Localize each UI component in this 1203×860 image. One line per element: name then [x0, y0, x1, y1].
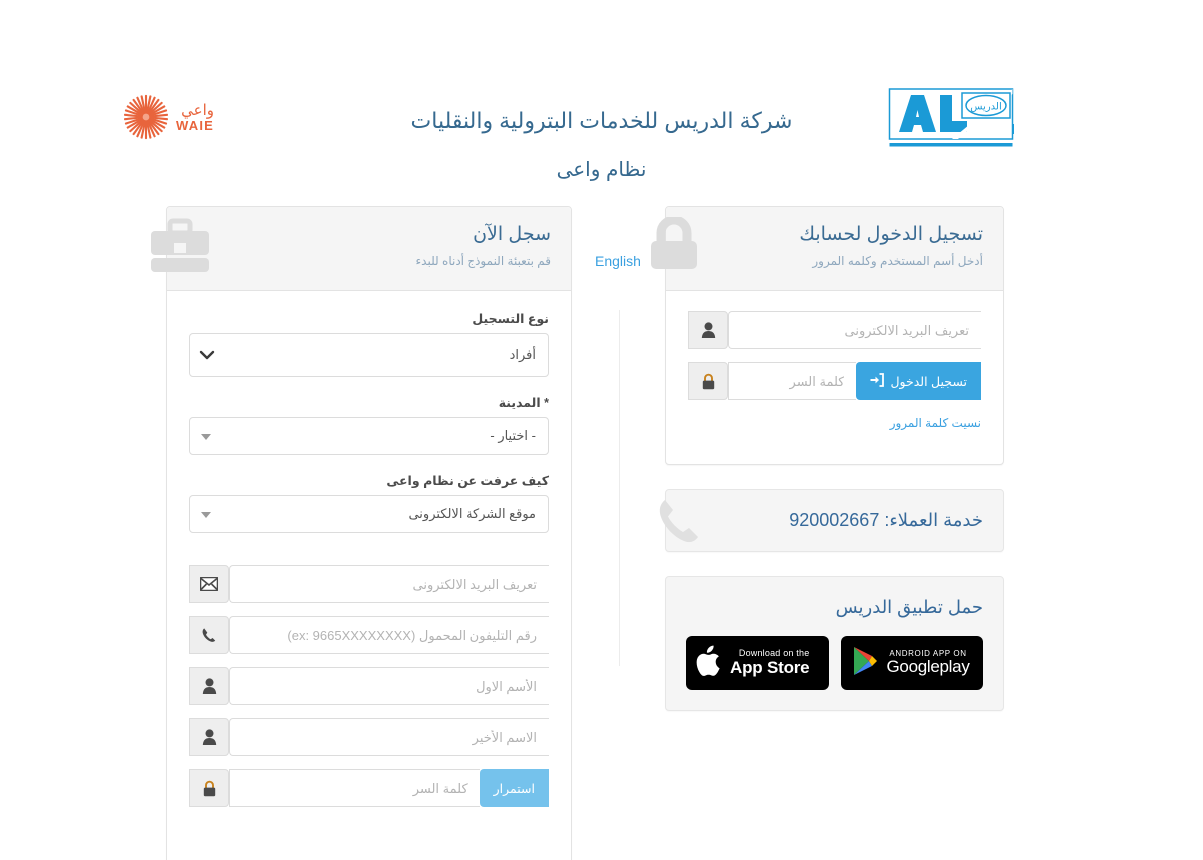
language-switch-link[interactable]: English [595, 253, 641, 269]
user-icon [189, 718, 229, 756]
googleplay-google-word: Google [886, 657, 940, 677]
forgot-password-link[interactable]: نسيت كلمة المرور [890, 416, 981, 430]
googleplay-play-word: play [939, 657, 970, 677]
app-download-card: حمل تطبيق الدريس Download on the App Sto… [665, 576, 1004, 711]
registration-subheading: قم بتعبئة النموذج أدناه للبدء [415, 253, 551, 268]
city-select-wrap: - اختيار - [189, 417, 549, 455]
appstore-text: Download on the App Store [730, 648, 810, 677]
register-continue-button[interactable]: استمرار [479, 769, 549, 807]
login-heading: تسجيل الدخول لحسابك [799, 224, 983, 245]
register-lastname-input[interactable] [229, 718, 549, 756]
apple-icon [696, 645, 722, 682]
register-firstname-group [189, 667, 549, 705]
source-select[interactable]: موقع الشركة الالكترونى [189, 495, 549, 533]
login-panel: تسجيل الدخول لحسابك أدخل أسم المستخدم وك… [651, 206, 1004, 465]
login-email-input[interactable] [728, 311, 981, 349]
reg-type-select-wrap: أفراد [189, 333, 549, 377]
phone-icon [189, 616, 229, 654]
customer-service-inner: خدمة العملاء: 920002667 [666, 490, 1003, 551]
login-submit-button[interactable]: تسجيل الدخول [856, 362, 981, 400]
source-label: كيف عرفت عن نظام واعى [386, 474, 549, 488]
appstore-big-label: App Store [730, 657, 810, 677]
sign-in-icon [870, 372, 885, 390]
customer-service-text: خدمة العملاء: 920002667 [789, 510, 983, 530]
envelope-icon [189, 565, 229, 603]
login-bottom-spacer [688, 432, 981, 440]
googleplay-big-label: Googleplay [887, 658, 970, 676]
register-password-group: استمرار [189, 769, 549, 807]
login-column: تسجيل الدخول لحسابك أدخل أسم المستخدم وك… [651, 206, 1004, 711]
city-field: * المدينة - اختيار - [189, 395, 549, 455]
source-field: كيف عرفت عن نظام واعى موقع الشركة الالكت… [189, 473, 549, 533]
googleplay-badge[interactable]: ANDROID APP ON Googleplay [840, 636, 983, 690]
registration-panel-header: سجل الآن قم بتعبئة النموذج أدناه للبدء [151, 207, 571, 291]
googleplay-text: ANDROID APP ON Googleplay [887, 649, 970, 676]
register-email-input[interactable] [229, 565, 549, 603]
form-bottom-spacer [189, 820, 549, 854]
customer-service-card: خدمة العملاء: 920002667 [659, 489, 1004, 552]
page-subtitle: نظام واعى [556, 159, 647, 181]
page-root: واعي WAIE شركة الدريس للخدمات البترولية … [0, 0, 1203, 860]
register-email-group [189, 565, 549, 603]
svg-text:DREES: DREES [1012, 122, 1014, 138]
register-password-input[interactable] [229, 769, 480, 807]
login-password-input[interactable] [728, 362, 857, 400]
reg-type-field: نوع التسجيل أفراد [189, 311, 549, 377]
store-badges: Download on the App Store ANDROID APP ON… [686, 636, 983, 690]
appstore-badge[interactable]: Download on the App Store [686, 636, 829, 690]
login-submit-label: تسجيل الدخول [890, 374, 967, 389]
user-icon [189, 667, 229, 705]
city-select[interactable]: - اختيار - [189, 417, 549, 455]
registration-panel: سجل الآن قم بتعبئة النموذج أدناه للبدء ن… [151, 206, 572, 860]
register-mobile-group [189, 616, 549, 654]
source-select-wrap: موقع الشركة الالكترونى [189, 495, 549, 533]
user-icon [688, 311, 728, 349]
app-download-title: حمل تطبيق الدريس [835, 597, 983, 617]
login-email-group [688, 311, 981, 349]
page-header: واعي WAIE شركة الدريس للخدمات البترولية … [0, 0, 1203, 200]
google-play-icon [851, 645, 879, 682]
lock-icon [189, 769, 229, 807]
city-label: * المدينة [498, 396, 549, 410]
app-download-inner: حمل تطبيق الدريس Download on the App Sto… [666, 577, 1003, 710]
aldrees-logo: الدريس DREES [888, 88, 1064, 150]
registration-form: نوع التسجيل أفراد * المدينة - اختيار - ك… [167, 291, 571, 860]
column-divider [619, 310, 620, 666]
lock-icon [688, 362, 728, 400]
reg-type-select[interactable]: أفراد [189, 333, 549, 377]
form-spacer [189, 551, 549, 565]
register-mobile-input[interactable] [229, 616, 549, 654]
login-form: تسجيل الدخول نسيت كلمة المرور [666, 291, 1003, 464]
login-password-group: تسجيل الدخول [688, 362, 981, 400]
svg-text:الدريس: الدريس [970, 102, 1001, 113]
registration-heading: سجل الآن [473, 224, 551, 245]
forgot-password-wrap: نسيت كلمة المرور [688, 414, 981, 432]
reg-type-label: نوع التسجيل [472, 312, 549, 326]
register-firstname-input[interactable] [229, 667, 549, 705]
registration-column: سجل الآن قم بتعبئة النموذج أدناه للبدء ن… [151, 206, 572, 860]
login-panel-header: تسجيل الدخول لحسابك أدخل أسم المستخدم وك… [651, 207, 1003, 291]
page-title: شركة الدريس للخدمات البترولية والنقليات [410, 108, 793, 133]
register-lastname-group [189, 718, 549, 756]
login-subheading: أدخل أسم المستخدم وكلمه المرور [812, 253, 983, 268]
